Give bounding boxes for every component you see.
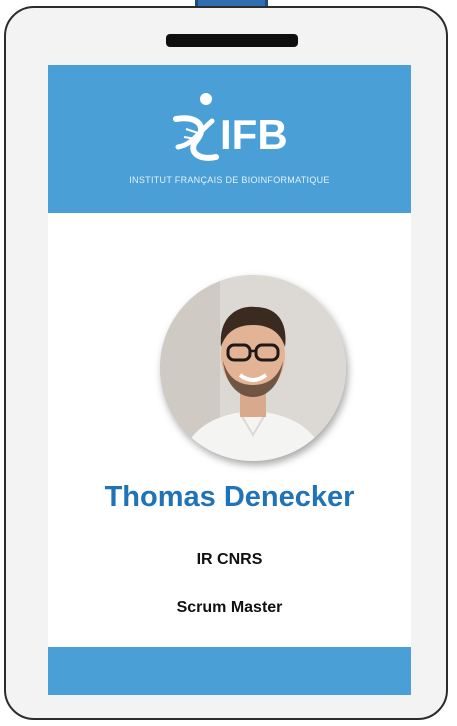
badge-footer-band bbox=[48, 647, 411, 695]
role-label: Scrum Master bbox=[176, 599, 283, 616]
organization-label: IR CNRS bbox=[196, 551, 263, 568]
ifb-logo: IFB bbox=[173, 93, 288, 161]
badge-header: IFB INSTITUT FRANÇAIS DE BIOINFORMATIQUE bbox=[48, 65, 411, 213]
profile-photo bbox=[160, 275, 346, 461]
badge-body: Thomas Denecker IR CNRS Scrum Master bbox=[48, 213, 411, 647]
logo-subtitle: INSTITUT FRANÇAIS DE BIOINFORMATIQUE bbox=[129, 175, 330, 185]
logo-text: IFB bbox=[220, 111, 288, 158]
badge-clip-slot bbox=[166, 34, 298, 47]
person-name: Thomas Denecker bbox=[104, 481, 355, 513]
